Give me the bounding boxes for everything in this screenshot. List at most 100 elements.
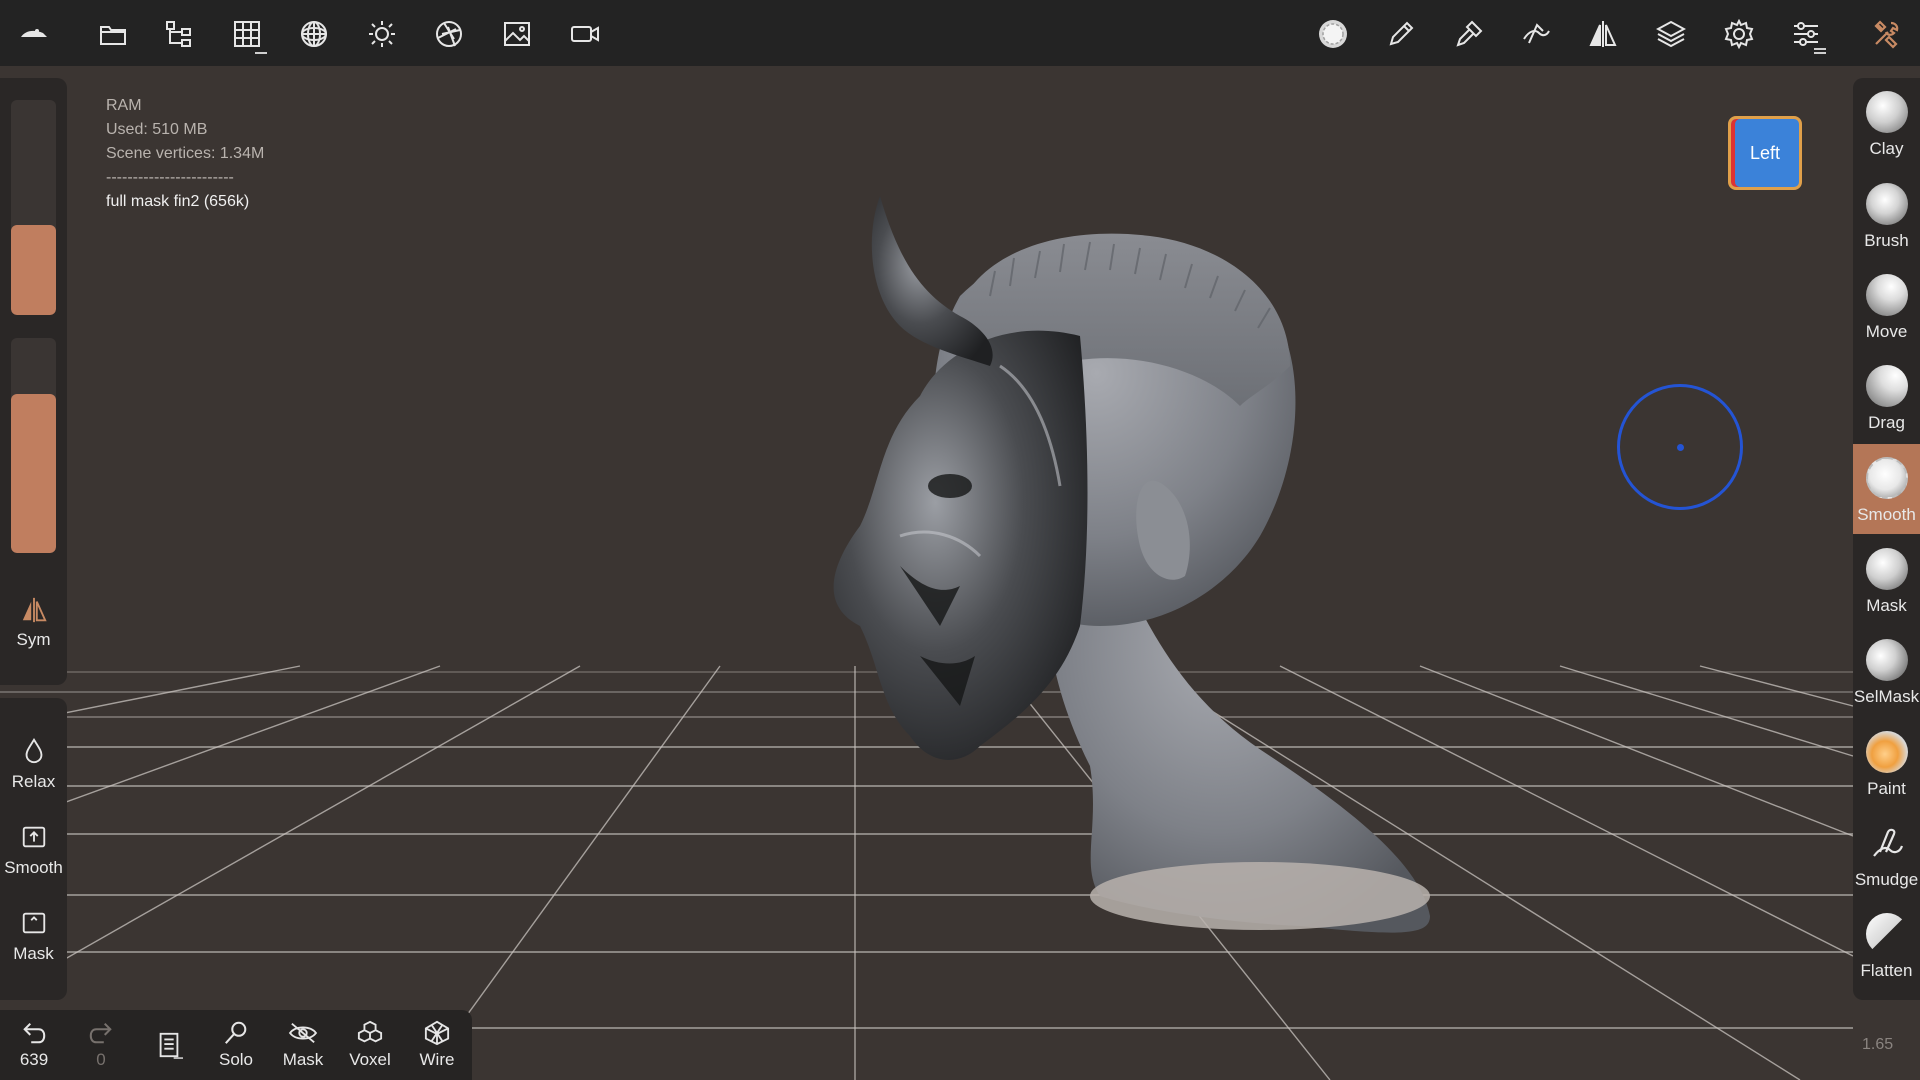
move-icon	[1865, 274, 1908, 316]
radius-slider[interactable]	[11, 100, 56, 315]
scene-tree-icon[interactable]	[157, 12, 201, 56]
clay-icon	[1865, 91, 1908, 133]
tool-paint[interactable]: Paint	[1853, 718, 1920, 808]
smudge-icon	[1872, 828, 1903, 857]
tool-label: Paint	[1867, 779, 1906, 798]
selmask-icon	[1865, 639, 1908, 681]
mask-ball-icon	[1865, 548, 1908, 590]
tool-label: Smudge	[1854, 870, 1919, 889]
mask-box-icon	[22, 912, 45, 934]
tool-mask[interactable]: Mask	[1853, 535, 1920, 625]
bust-base	[1090, 862, 1430, 930]
mask-visibility-button[interactable]: Mask	[273, 1020, 333, 1070]
gear-icon[interactable]	[1717, 12, 1761, 56]
zoom-readout: 1.65	[1862, 1036, 1894, 1053]
grid-icon[interactable]	[225, 12, 269, 56]
relax-label: Relax	[11, 772, 56, 791]
undo-icon	[23, 1022, 46, 1044]
viewport[interactable]	[0, 66, 1920, 1080]
scene-info: RAM Used: 510 MB Scene vertices: 1.34M -…	[106, 94, 264, 214]
scene-canvas[interactable]	[0, 66, 1920, 1080]
tool-label: Brush	[1864, 231, 1909, 250]
smooth-label: Smooth	[4, 858, 63, 877]
mask-label: Mask	[13, 944, 54, 963]
voxel-label: Voxel	[349, 1050, 391, 1069]
brush-cursor-center	[1677, 444, 1684, 451]
tool-label: Smooth	[1857, 505, 1916, 524]
relax-button[interactable]: Relax	[0, 736, 67, 792]
smooth-icon	[1865, 457, 1908, 499]
symmetry-icon[interactable]	[1581, 12, 1625, 56]
sym-button[interactable]: Sym	[0, 596, 67, 650]
eye-off-icon	[288, 1023, 318, 1043]
info-separator: ------------------------	[106, 169, 234, 186]
tool-clay[interactable]: Clay	[1853, 78, 1920, 168]
radius-slider-fill	[11, 224, 56, 315]
notes-button[interactable]	[139, 1030, 199, 1064]
sculpt-tools-panel: Clay Brush Move Drag Smooth Mask SelMask…	[1853, 78, 1920, 1000]
aperture-icon[interactable]	[427, 12, 471, 56]
wire-label: Wire	[419, 1050, 455, 1069]
bottom-toolbar: 639 0 Solo Mask Voxel Wire	[0, 1010, 472, 1080]
sphere-icon[interactable]	[292, 12, 336, 56]
flatten-icon	[1865, 913, 1908, 955]
tool-smudge[interactable]: Smudge	[1853, 809, 1920, 899]
drag-icon	[1865, 365, 1908, 407]
ram-label: RAM	[106, 97, 142, 114]
object-name: full mask fin2 (656k)	[106, 193, 250, 210]
tool-selmask[interactable]: SelMask	[1853, 626, 1920, 716]
tools-icon[interactable]	[1864, 12, 1908, 56]
tool-label: Drag	[1868, 413, 1905, 432]
brush-icon	[1865, 183, 1908, 225]
droplet-icon	[25, 738, 42, 764]
tool-smooth[interactable]: Smooth	[1853, 444, 1920, 534]
voxel-button[interactable]: Voxel	[340, 1020, 400, 1070]
image-icon[interactable]	[495, 12, 539, 56]
redo-button[interactable]: 0	[71, 1020, 131, 1070]
sym-label: Sym	[16, 630, 51, 649]
folder-icon[interactable]	[91, 12, 135, 56]
redo-count: 0	[96, 1050, 106, 1069]
magnifier-icon	[225, 1021, 247, 1044]
smooth-button[interactable]: Smooth	[0, 822, 67, 878]
tool-label: Clay	[1869, 139, 1904, 158]
redo-icon	[89, 1022, 112, 1044]
solo-label: Solo	[218, 1050, 254, 1069]
tool-label: Move	[1865, 322, 1908, 341]
horn	[871, 196, 993, 366]
stroke-icon[interactable]	[1514, 12, 1558, 56]
wire-button[interactable]: Wire	[407, 1020, 467, 1070]
smooth-box-icon	[22, 826, 45, 848]
document-icon	[159, 1032, 183, 1059]
brush-preview-icon[interactable]	[1311, 12, 1355, 56]
tool-flatten[interactable]: Flatten	[1853, 900, 1920, 990]
mask-button[interactable]: Mask	[0, 908, 67, 964]
top-toolbar	[0, 0, 1920, 66]
intensity-slider-fill	[11, 393, 56, 553]
pen-icon[interactable]	[1379, 12, 1423, 56]
undo-button[interactable]: 639	[4, 1020, 64, 1070]
camera-icon[interactable]	[563, 12, 607, 56]
scene-vertices: Scene vertices: 1.34M	[106, 145, 265, 162]
paint-ball-icon	[1865, 731, 1908, 773]
undo-count: 639	[19, 1050, 49, 1069]
paint-icon[interactable]	[1447, 12, 1491, 56]
left-slider-panel: Sym	[0, 78, 67, 685]
intensity-slider[interactable]	[11, 338, 56, 553]
sliders-icon[interactable]	[1784, 12, 1828, 56]
tool-drag[interactable]: Drag	[1853, 352, 1920, 442]
sun-icon[interactable]	[360, 12, 404, 56]
tool-brush[interactable]: Brush	[1853, 170, 1920, 260]
tool-label: SelMask	[1853, 687, 1920, 706]
layers-icon[interactable]	[1649, 12, 1693, 56]
tool-move[interactable]: Move	[1853, 261, 1920, 351]
symmetry-icon	[22, 597, 47, 623]
logo-icon[interactable]	[12, 12, 56, 56]
mask-visibility-label: Mask	[282, 1050, 324, 1069]
solo-button[interactable]: Solo	[206, 1020, 266, 1070]
voxel-icon	[357, 1020, 383, 1043]
tool-label: Mask	[1866, 596, 1907, 615]
brush-cursor	[1617, 384, 1743, 510]
view-cube-label: Left	[1749, 142, 1781, 163]
view-cube[interactable]: Left	[1728, 116, 1802, 190]
